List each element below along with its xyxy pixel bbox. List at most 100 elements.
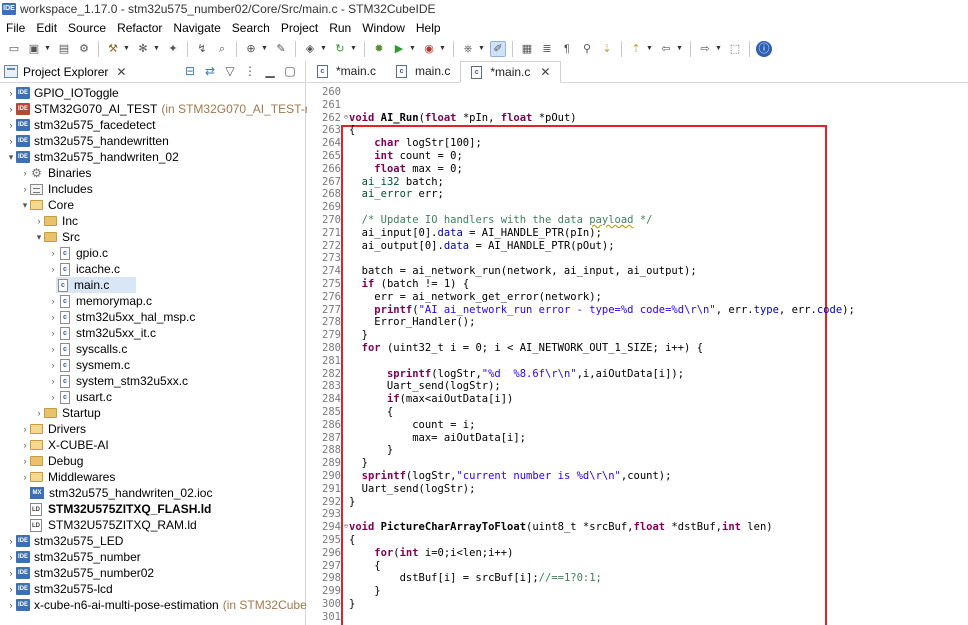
tree-item[interactable]: › Middlewares bbox=[0, 469, 116, 485]
collapsed-arrow-icon[interactable]: › bbox=[20, 424, 30, 434]
dropdown-arrow-icon[interactable]: ▼ bbox=[409, 41, 416, 57]
tree-item[interactable]: › Drivers bbox=[0, 421, 87, 437]
toggle-mark-icon[interactable]: ✐ bbox=[490, 41, 506, 57]
tree-item[interactable]: › ⚙ Binaries bbox=[0, 165, 92, 181]
close-icon[interactable]: ✕ bbox=[540, 65, 550, 79]
tree-item[interactable]: › c stm32u5xx_hal_msp.c bbox=[0, 309, 196, 325]
dropdown-arrow-icon[interactable]: ▼ bbox=[44, 41, 51, 57]
tree-item[interactable]: › X-CUBE-AI bbox=[0, 437, 109, 453]
collapsed-arrow-icon[interactable]: › bbox=[48, 344, 58, 354]
tree-item[interactable]: › IDE GPIO_IOToggle bbox=[0, 85, 119, 101]
tree-item[interactable]: › c syscalls.c bbox=[0, 341, 128, 357]
tree-item[interactable]: › c usart.c bbox=[0, 389, 113, 405]
tree-item[interactable]: › IDE stm32u575_number bbox=[0, 549, 141, 565]
run-config-icon[interactable]: ◉ bbox=[421, 41, 437, 57]
tree-item[interactable]: › c system_stm32u5xx.c bbox=[0, 373, 189, 389]
collapsed-arrow-icon[interactable]: › bbox=[48, 392, 58, 402]
collapsed-arrow-icon[interactable]: › bbox=[6, 536, 16, 546]
block-selection-icon[interactable]: ▦ bbox=[519, 41, 535, 57]
collapsed-arrow-icon[interactable]: › bbox=[48, 328, 58, 338]
dropdown-arrow-icon[interactable]: ▼ bbox=[715, 41, 722, 57]
code-area[interactable]: 260 261 262 ⊖ void AI_Run(float *pIn, float … bbox=[307, 84, 968, 625]
tree-item[interactable]: ▾ IDE stm32u575_handwriten_02 bbox=[0, 149, 179, 165]
tree-item[interactable]: MX stm32u575_handwriten_02.ioc bbox=[0, 485, 212, 501]
editor-tab-main-c[interactable]: c main.c bbox=[386, 60, 460, 82]
collapsed-arrow-icon[interactable]: › bbox=[20, 456, 30, 466]
tree-item[interactable]: › c gpio.c bbox=[0, 245, 109, 261]
menu-source[interactable]: Source bbox=[62, 21, 111, 35]
new-source-icon[interactable]: ✎ bbox=[273, 41, 289, 57]
annotation-icon[interactable]: ⇣ bbox=[599, 41, 615, 57]
save-all-icon[interactable]: ▤ bbox=[56, 41, 72, 57]
tree-item[interactable]: › IDE STM32G070_AI_TEST (in STM32G070_AI_TE… bbox=[0, 101, 335, 117]
menu-file[interactable]: File bbox=[0, 21, 30, 35]
show-whitespace-icon[interactable]: ¶ bbox=[559, 41, 575, 57]
forward-icon[interactable]: ⇨ bbox=[697, 41, 713, 57]
expanded-arrow-icon[interactable]: ▾ bbox=[6, 152, 16, 163]
tree-item[interactable]: › IDE stm32u575_number02 bbox=[0, 565, 155, 581]
tree-item[interactable]: › c icache.c bbox=[0, 261, 121, 277]
collapsed-arrow-icon[interactable]: › bbox=[6, 88, 16, 98]
word-wrap-icon[interactable]: ≣ bbox=[539, 41, 555, 57]
tree-item[interactable]: › IDE stm32u575_facedetect bbox=[0, 117, 156, 133]
dropdown-arrow-icon[interactable]: ▼ bbox=[320, 41, 327, 57]
expanded-arrow-icon[interactable]: ▾ bbox=[20, 200, 30, 211]
dropdown-arrow-icon[interactable]: ▼ bbox=[350, 41, 357, 57]
tree-item[interactable]: › IDE x-cube-n6-ai-multi-pose-estimation (i… bbox=[0, 597, 327, 613]
hammer-icon[interactable]: ⚒ bbox=[105, 41, 121, 57]
pin-icon[interactable]: ⚲ bbox=[579, 41, 595, 57]
collapsed-arrow-icon[interactable]: › bbox=[48, 312, 58, 322]
expanded-arrow-icon[interactable]: ▾ bbox=[34, 232, 44, 243]
menu-help[interactable]: Help bbox=[410, 21, 446, 35]
collapsed-arrow-icon[interactable]: › bbox=[48, 296, 58, 306]
tree-item[interactable]: ▾ Core bbox=[0, 197, 74, 213]
open-perspective-icon[interactable]: ⎈ bbox=[460, 41, 476, 57]
tree-item[interactable]: › c stm32u5xx_it.c bbox=[0, 325, 157, 341]
collapsed-arrow-icon[interactable]: › bbox=[20, 440, 30, 450]
view-menu-icon[interactable]: ⋮ bbox=[243, 64, 257, 78]
editor-tab-main-c[interactable]: c *main.c ✕ bbox=[460, 61, 562, 83]
dropdown-arrow-icon[interactable]: ▼ bbox=[261, 41, 268, 57]
collapsed-arrow-icon[interactable]: › bbox=[20, 168, 30, 178]
open-type-icon[interactable]: ⊕ bbox=[243, 41, 259, 57]
collapsed-arrow-icon[interactable]: › bbox=[6, 584, 16, 594]
minimize-icon[interactable]: ▁ bbox=[263, 64, 277, 78]
tree-item[interactable]: › Inc bbox=[0, 213, 79, 229]
collapsed-arrow-icon[interactable]: › bbox=[48, 264, 58, 274]
search-icon[interactable]: ⌕ bbox=[214, 41, 230, 57]
new-class-icon[interactable]: ◈ bbox=[302, 41, 318, 57]
tree-item[interactable]: › Startup bbox=[0, 405, 101, 421]
tree-item[interactable]: c main.c bbox=[56, 277, 136, 293]
build-config-icon[interactable]: ⚙ bbox=[76, 41, 92, 57]
collapsed-arrow-icon[interactable]: › bbox=[48, 360, 58, 370]
play-icon[interactable]: ▶ bbox=[391, 41, 407, 57]
back-icon[interactable]: ⇦ bbox=[658, 41, 674, 57]
tree-item[interactable]: › IDE stm32u575-lcd bbox=[0, 581, 113, 597]
collapsed-arrow-icon[interactable]: › bbox=[20, 472, 30, 482]
dropdown-arrow-icon[interactable]: ▼ bbox=[439, 41, 446, 57]
tree-item[interactable]: LD STM32U575ZITXQ_RAM.ld bbox=[0, 517, 197, 533]
collapsed-arrow-icon[interactable]: › bbox=[34, 216, 44, 226]
next-annotation-icon[interactable]: ⇡ bbox=[628, 41, 644, 57]
dropdown-arrow-icon[interactable]: ▼ bbox=[646, 41, 653, 57]
collapsed-arrow-icon[interactable]: › bbox=[6, 136, 16, 146]
refresh-icon[interactable]: ↻ bbox=[332, 41, 348, 57]
collapsed-arrow-icon[interactable]: › bbox=[34, 408, 44, 418]
close-icon[interactable]: ✕ bbox=[116, 65, 126, 79]
info-icon[interactable]: ⓘ bbox=[756, 41, 772, 57]
collapse-all-icon[interactable]: ⊟ bbox=[183, 64, 197, 78]
menu-project[interactable]: Project bbox=[275, 21, 323, 35]
menu-window[interactable]: Window bbox=[356, 21, 410, 35]
dropdown-arrow-icon[interactable]: ▼ bbox=[478, 41, 485, 57]
collapsed-arrow-icon[interactable]: › bbox=[48, 248, 58, 258]
collapsed-arrow-icon[interactable]: › bbox=[6, 104, 16, 114]
tree-item[interactable]: LD STM32U575ZITXQ_FLASH.ld bbox=[0, 501, 211, 517]
editor-tab-main-c[interactable]: c *main.c bbox=[307, 60, 386, 82]
bug-icon[interactable]: ✹ bbox=[371, 41, 387, 57]
tree-item[interactable]: › c memorymap.c bbox=[0, 293, 153, 309]
tree-item[interactable]: › IDE stm32u575_LED bbox=[0, 533, 124, 549]
collapsed-arrow-icon[interactable]: › bbox=[48, 376, 58, 386]
save-icon[interactable]: ▣ bbox=[26, 41, 42, 57]
tree-item[interactable]: › Debug bbox=[0, 453, 84, 469]
menu-search[interactable]: Search bbox=[226, 21, 275, 35]
